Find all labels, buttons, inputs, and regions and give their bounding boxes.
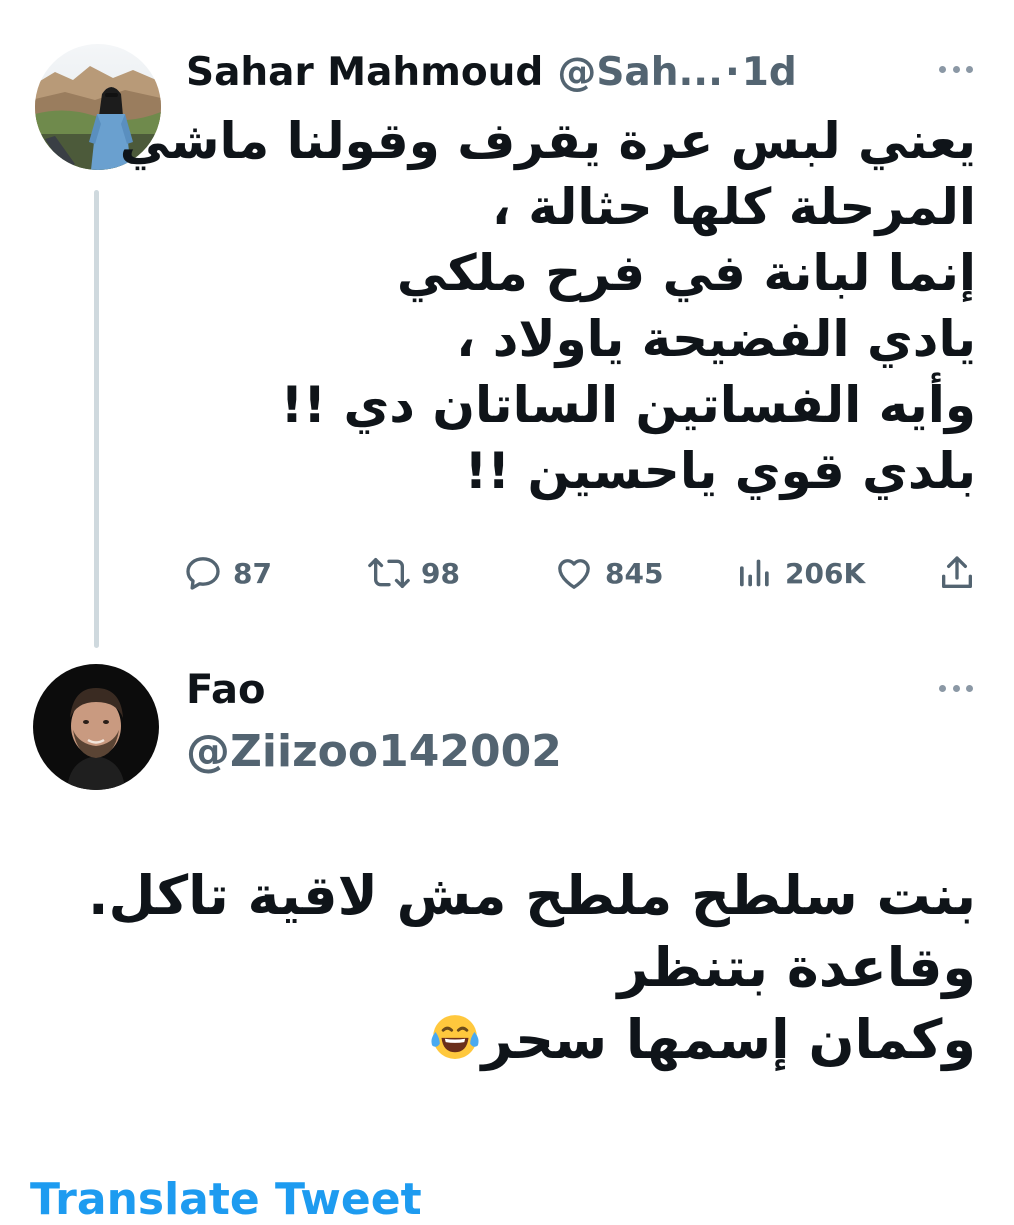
reply-text-line: بنت سلطح ملطح مش لاقية تاكل. bbox=[88, 864, 976, 927]
share-button[interactable] bbox=[937, 547, 977, 599]
tweet-text-line: إنما لبانة في فرح ملكي bbox=[396, 244, 976, 302]
tweet-text-line: يعني لبس عرة يقرف وقولنا ماشي bbox=[119, 112, 976, 170]
view-count: 206K bbox=[785, 556, 866, 590]
laughing-tears-emoji-icon bbox=[428, 1010, 482, 1082]
reply-text-line: وقاعدة بتنظر bbox=[617, 936, 976, 999]
more-options-icon[interactable] bbox=[939, 64, 973, 74]
author-name[interactable]: Sahar Mahmoud bbox=[186, 50, 543, 95]
avatar-fao[interactable] bbox=[33, 664, 159, 790]
tweet-text-line: وأيه الفساتين الساتان دي !! bbox=[280, 376, 976, 434]
reply-text: بنت سلطح ملطح مش لاقية تاكل. وقاعدة بتنظ… bbox=[88, 860, 976, 1082]
retweet-count: 98 bbox=[421, 556, 460, 590]
share-icon bbox=[937, 553, 977, 593]
tweet-text: يعني لبس عرة يقرف وقولنا ماشي المرحلة كل… bbox=[119, 108, 977, 504]
tweet-text-line: بلدي قوي ياحسين !! bbox=[464, 442, 977, 500]
tweet-action-bar: 87 98 845 206K bbox=[183, 547, 983, 599]
like-count: 845 bbox=[605, 556, 664, 590]
tweet-timestamp[interactable]: 1d bbox=[742, 50, 797, 95]
reply-author-name[interactable]: Fao bbox=[186, 660, 265, 720]
tweet-header: Sahar Mahmoud @Sah... · 1d bbox=[186, 44, 797, 100]
retweet-button[interactable]: 98 bbox=[367, 547, 460, 599]
translate-tweet-link[interactable]: Translate Tweet bbox=[30, 1178, 422, 1222]
heart-icon bbox=[553, 553, 595, 593]
retweet-icon bbox=[367, 553, 411, 593]
reply-author-handle[interactable]: @Ziizoo142002 bbox=[186, 722, 562, 782]
reply-count: 87 bbox=[233, 556, 272, 590]
reply-icon bbox=[183, 553, 223, 593]
reply-text-line-words: وكمان إسمها سحر bbox=[481, 1008, 977, 1071]
separator-dot: · bbox=[724, 49, 740, 95]
more-options-icon[interactable] bbox=[939, 683, 973, 693]
views-button[interactable]: 206K bbox=[735, 547, 865, 599]
analytics-icon bbox=[735, 553, 775, 593]
like-button[interactable]: 845 bbox=[553, 547, 663, 599]
thread-connector-line bbox=[94, 190, 99, 648]
author-handle[interactable]: @Sah... bbox=[557, 50, 723, 95]
reply-text-line: وكمان إسمها سحر bbox=[156, 1004, 976, 1082]
reply-button[interactable]: 87 bbox=[183, 547, 272, 599]
tweet-text-line: المرحلة كلها حثالة ، bbox=[491, 178, 976, 236]
tweet-text-line: يادي الفضيحة ياولاد ، bbox=[456, 310, 976, 368]
